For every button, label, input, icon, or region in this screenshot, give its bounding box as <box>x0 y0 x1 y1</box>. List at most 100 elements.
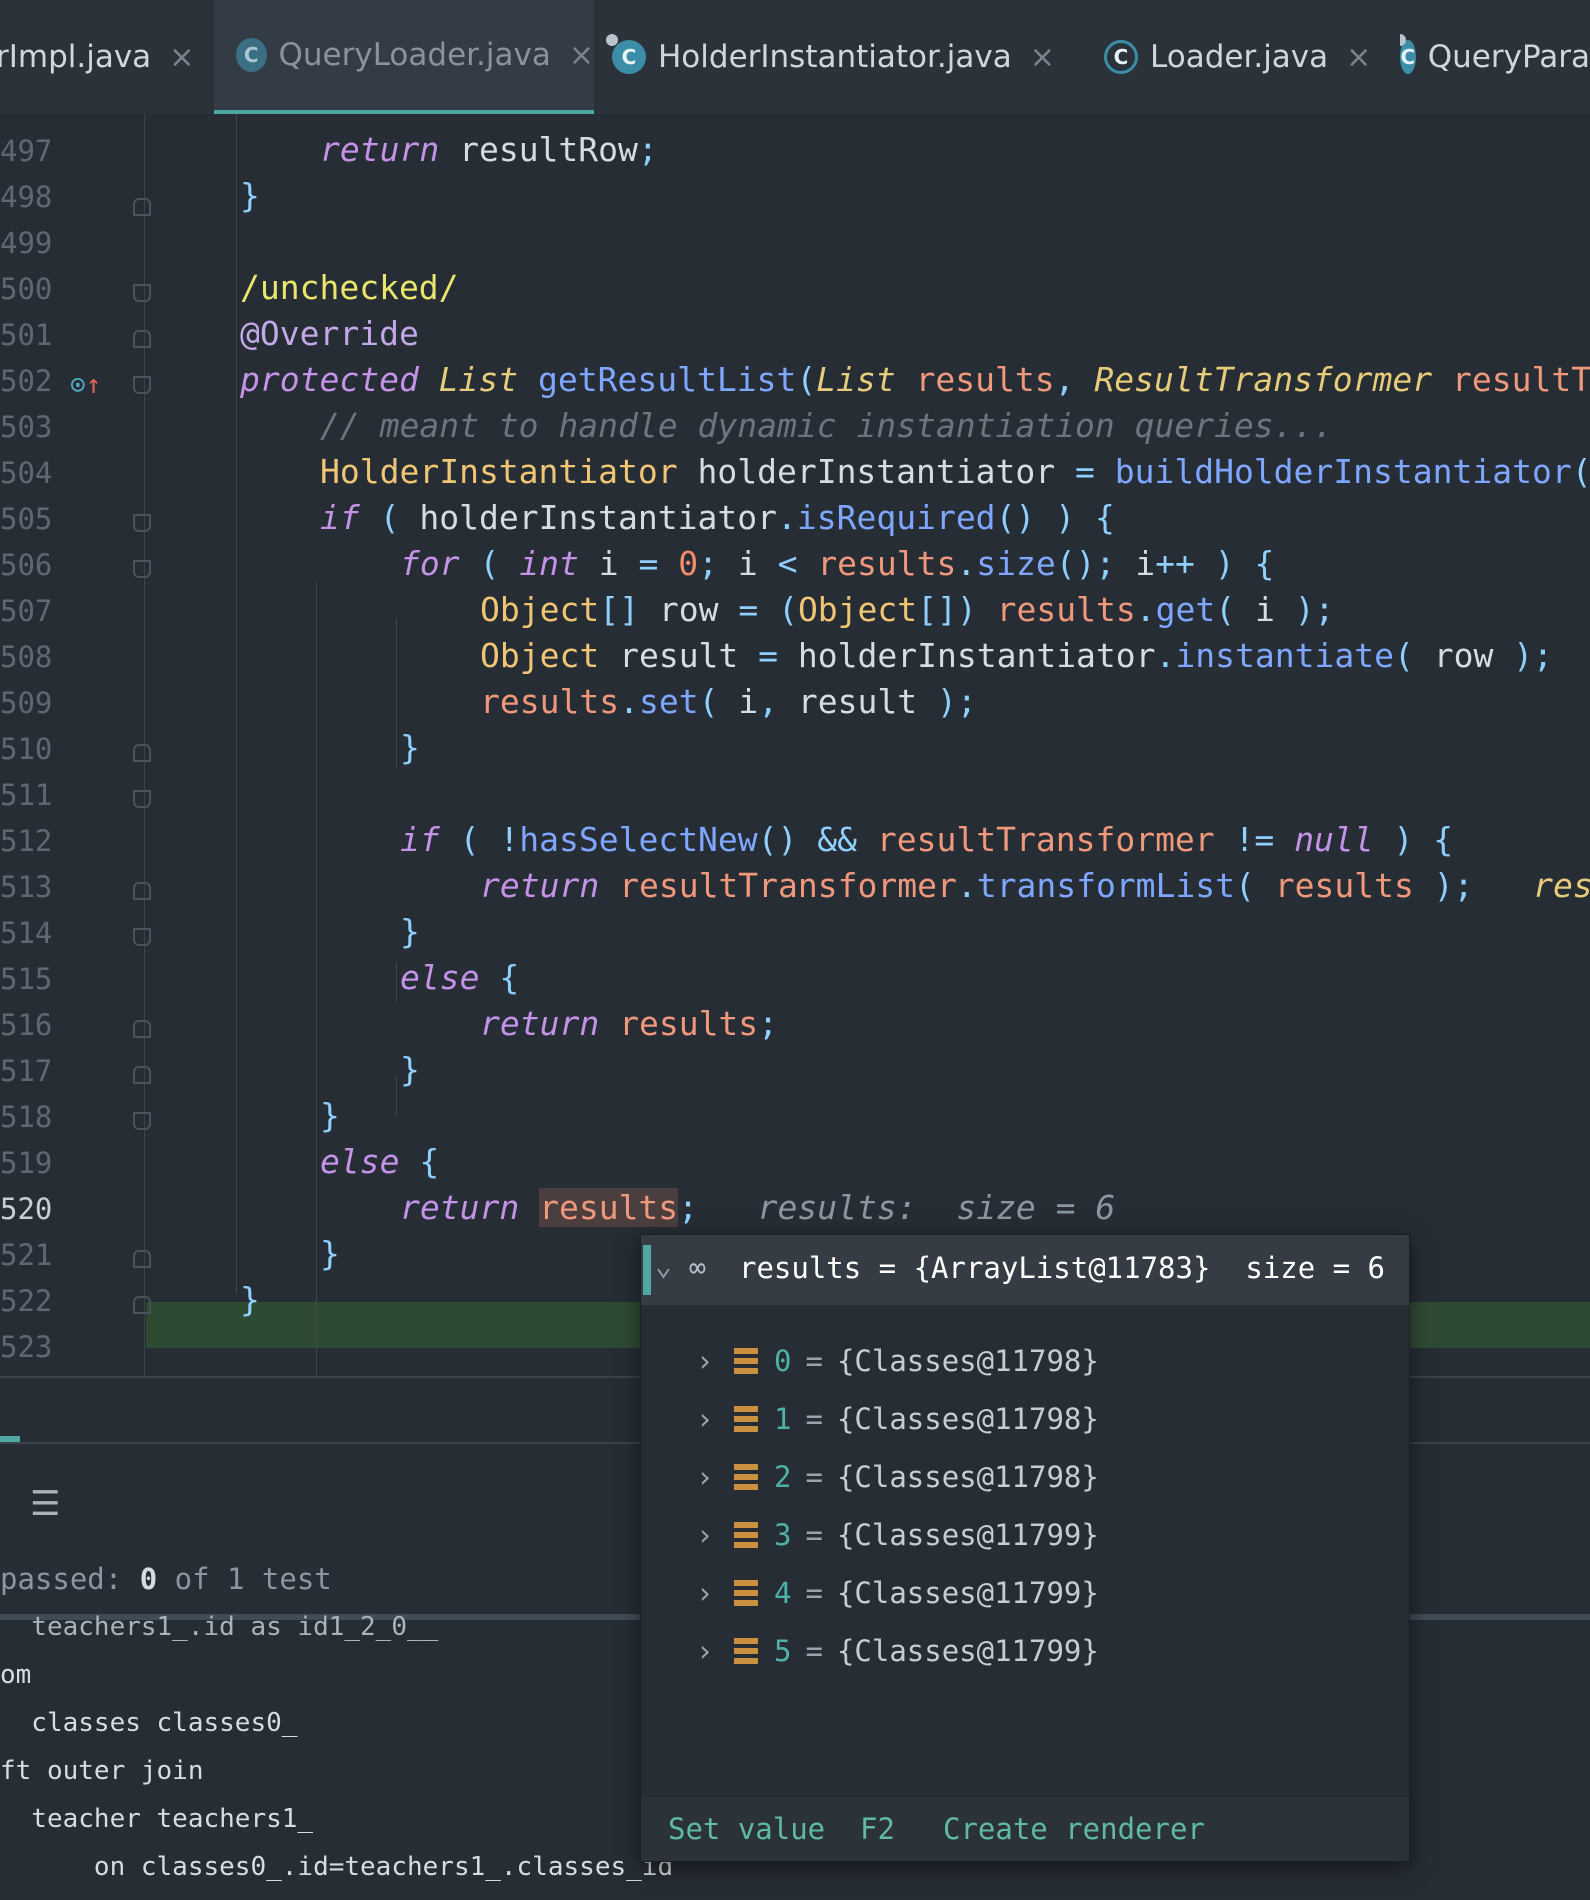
fold-marker-icon[interactable] <box>133 1296 151 1314</box>
test-status: passed: 0 of 1 test <box>0 1562 332 1596</box>
code-line-500: /unchecked/ <box>240 268 459 307</box>
line-number: 500 <box>0 272 53 306</box>
code-line-508: Object result = holderInstantiator.insta… <box>480 636 1553 675</box>
console-line: om <box>0 1660 32 1690</box>
code-line-516: return results; <box>480 1004 779 1043</box>
list-item[interactable]: › 0 = {Classes@11798} <box>641 1332 1409 1390</box>
chevron-right-icon[interactable]: › <box>696 1634 720 1668</box>
inline-debug-hint: results: size = 6 <box>757 1188 1116 1227</box>
code-line-502: protected List getResultList(List result… <box>240 360 1590 399</box>
line-number: 512 <box>0 824 53 858</box>
chevron-down-icon[interactable]: ⌄ <box>655 1249 672 1282</box>
code-editor[interactable]: 497 498 499 500 501 502 503 504 505 506 … <box>0 114 1590 1376</box>
field-icon <box>734 1580 758 1606</box>
editor-tab-bar: rImpl.java × C QueryLoader.java × C Hold… <box>0 0 1590 116</box>
list-item[interactable]: › 1 = {Classes@11798} <box>641 1390 1409 1448</box>
code-line-504: HolderInstantiator holderInstantiator = … <box>320 452 1590 491</box>
line-number: 505 <box>0 502 53 536</box>
list-item[interactable]: › 4 = {Classes@11799} <box>641 1564 1409 1622</box>
field-icon <box>734 1406 758 1432</box>
close-icon[interactable]: × <box>1030 40 1055 75</box>
line-number: 509 <box>0 686 53 720</box>
pin-icon <box>1400 34 1406 46</box>
console-line: ft outer join <box>0 1756 204 1786</box>
line-number-current: 520 <box>0 1192 53 1226</box>
item-value: {Classes@11799} <box>836 1576 1099 1610</box>
passed-count: 0 <box>139 1562 158 1596</box>
item-value: {Classes@11798} <box>836 1344 1099 1378</box>
console-line: classes classes0_ <box>0 1708 298 1738</box>
item-value: {Classes@11798} <box>836 1402 1099 1436</box>
fold-marker-icon[interactable] <box>133 1112 151 1130</box>
code-line-518: } <box>320 1096 340 1135</box>
override-marker-icon[interactable]: ⊙↑ <box>70 370 101 400</box>
popup-header[interactable]: ⌄ ∞ results = {ArrayList@11783} size = 6 <box>641 1235 1409 1305</box>
item-index: 4 <box>774 1576 792 1610</box>
fold-marker-icon[interactable] <box>133 1250 151 1268</box>
line-number: 518 <box>0 1100 53 1134</box>
fold-marker-icon[interactable] <box>133 928 151 946</box>
tab-query-para[interactable]: C QueryPara <box>1400 0 1590 114</box>
list-item[interactable]: › 5 = {Classes@11799} <box>641 1622 1409 1680</box>
chevron-right-icon[interactable]: › <box>696 1460 720 1494</box>
create-renderer-link[interactable]: Create renderer <box>943 1812 1205 1846</box>
item-equals: = <box>805 1460 823 1494</box>
fold-marker-icon[interactable] <box>133 284 151 302</box>
tab-label: rImpl.java <box>0 39 152 75</box>
code-line-497: return resultRow; <box>320 130 658 169</box>
tab-label: HolderInstantiator.java <box>658 39 1012 75</box>
line-number: 522 <box>0 1284 53 1318</box>
tab-query-loader[interactable]: C QueryLoader.java × <box>214 0 594 114</box>
sort-list-icon[interactable]: ☰ <box>30 1484 60 1524</box>
fold-marker-icon[interactable] <box>133 744 151 762</box>
chevron-right-icon[interactable]: › <box>696 1576 720 1610</box>
code-line-514: } <box>400 912 420 951</box>
fold-marker-icon[interactable] <box>133 790 151 808</box>
code-line-507: Object[] row = (Object[]) results.get( i… <box>480 590 1335 629</box>
chevron-right-icon[interactable]: › <box>696 1518 720 1552</box>
tab-holder-instantiator[interactable]: C HolderInstantiator.java × <box>606 0 1082 114</box>
line-number: 503 <box>0 410 53 444</box>
close-icon[interactable]: × <box>569 38 594 73</box>
class-icon: C <box>1400 34 1416 74</box>
code-line-517: } <box>400 1050 420 1089</box>
field-icon <box>734 1464 758 1490</box>
tab-impl-java[interactable]: rImpl.java × <box>0 0 210 114</box>
code-line-503: // meant to handle dynamic instantiation… <box>320 406 1334 445</box>
chevron-right-icon[interactable]: › <box>696 1402 720 1436</box>
item-value: {Classes@11798} <box>836 1460 1099 1494</box>
fold-marker-icon[interactable] <box>133 198 151 216</box>
list-item[interactable]: › 3 = {Classes@11799} <box>641 1506 1409 1564</box>
fold-marker-icon[interactable] <box>133 882 151 900</box>
set-value-link[interactable]: Set value F2 <box>668 1812 895 1846</box>
close-icon[interactable]: × <box>169 40 194 75</box>
fold-marker-icon[interactable] <box>133 560 151 578</box>
fold-marker-icon[interactable] <box>133 1020 151 1038</box>
close-icon[interactable]: × <box>1346 40 1371 75</box>
line-number: 523 <box>0 1330 53 1364</box>
tab-label: QueryPara <box>1427 39 1590 75</box>
fold-marker-icon[interactable] <box>133 376 151 394</box>
item-index: 3 <box>774 1518 792 1552</box>
line-number: 504 <box>0 456 53 490</box>
console-line: teachers1_.id as id1_2_0__ <box>0 1612 439 1642</box>
item-equals: = <box>805 1402 823 1436</box>
code-line-506: for ( int i = 0; i < results.size(); i++… <box>400 544 1275 583</box>
fold-marker-icon[interactable] <box>133 1066 151 1084</box>
tab-loader[interactable]: C Loader.java × <box>1104 0 1374 114</box>
fold-marker-icon[interactable] <box>133 330 151 348</box>
fold-marker-icon[interactable] <box>133 514 151 532</box>
line-number: 506 <box>0 548 53 582</box>
line-number: 521 <box>0 1238 53 1272</box>
item-value: {Classes@11799} <box>836 1518 1099 1552</box>
debug-value-popup[interactable]: ⌄ ∞ results = {ArrayList@11783} size = 6… <box>640 1234 1410 1862</box>
passed-label: passed: <box>0 1562 140 1596</box>
abstract-class-icon: C <box>1104 40 1138 74</box>
chevron-right-icon[interactable]: › <box>696 1344 720 1378</box>
code-line-521: } <box>320 1234 340 1273</box>
code-line-510: } <box>400 728 420 767</box>
list-item[interactable]: › 2 = {Classes@11798} <box>641 1448 1409 1506</box>
line-number: 498 <box>0 180 53 214</box>
code-line-513: return resultTransformer.transformList( … <box>480 866 1590 905</box>
line-number: 515 <box>0 962 53 996</box>
